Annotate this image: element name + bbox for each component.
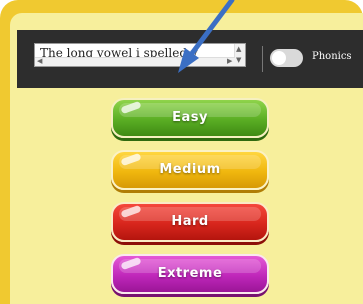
hard-button-label: Hard [171, 214, 209, 229]
hard-button[interactable]: Hard [111, 202, 269, 242]
topic-horizontal-scrollbar[interactable]: ◀ ▶ [35, 57, 235, 66]
medium-button-label: Medium [159, 162, 221, 177]
extreme-button[interactable]: Extreme [111, 254, 269, 294]
topic-vertical-scrollbar[interactable]: ▲ ▼ [234, 44, 245, 66]
medium-button[interactable]: Medium [111, 150, 269, 190]
phonics-toggle[interactable] [270, 49, 303, 67]
scroll-left-arrow-icon[interactable]: ◀ [37, 57, 42, 65]
toolbar-divider [262, 46, 263, 72]
easy-button-label: Easy [172, 110, 208, 125]
scroll-right-arrow-icon[interactable]: ▶ [227, 57, 232, 65]
phonics-toggle-knob [272, 51, 286, 65]
scroll-up-arrow-icon[interactable]: ▲ [236, 45, 241, 53]
extreme-button-label: Extreme [157, 266, 223, 281]
scroll-down-arrow-icon[interactable]: ▼ [236, 56, 241, 64]
phonics-toggle-label: Phonics [312, 51, 352, 62]
topic-select[interactable]: The long vowel i spelled y ▲ ▼ ◀ ▶ [34, 43, 246, 67]
easy-button[interactable]: Easy [111, 98, 269, 138]
game-screen: The long vowel i spelled y ▲ ▼ ◀ ▶ Phoni… [0, 0, 363, 304]
